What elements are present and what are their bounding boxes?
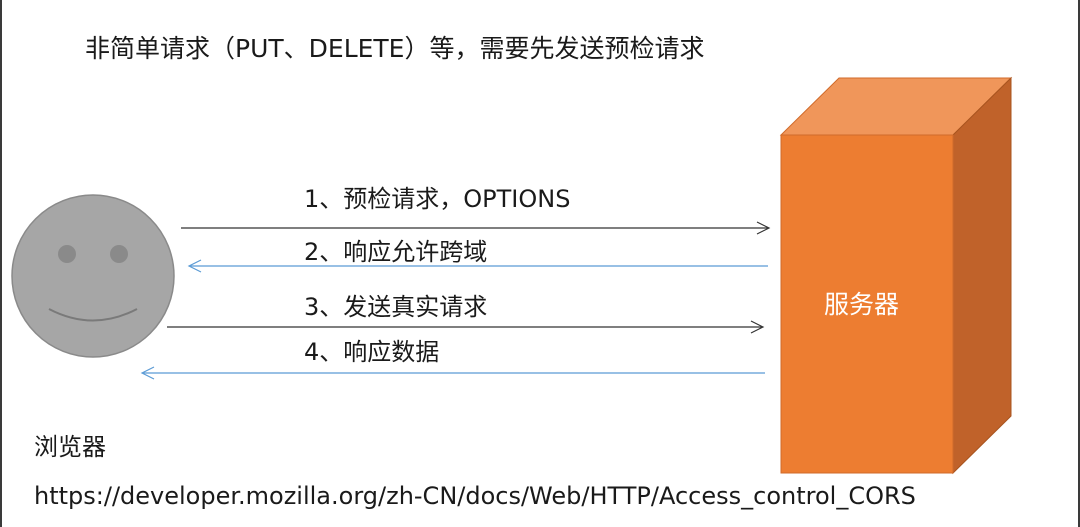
arrow-step-1 — [181, 221, 771, 235]
step-1-label: 1、预检请求，OPTIONS — [304, 185, 571, 213]
browser-label: 浏览器 — [34, 433, 106, 461]
cors-preflight-diagram — [11, 76, 1013, 475]
arrow-step-4 — [140, 366, 765, 380]
server-label: 服务器 — [824, 290, 900, 319]
smiley-face — [11, 194, 175, 358]
arrow-step-3 — [167, 320, 765, 334]
step-2-label: 2、响应允许跨域 — [304, 238, 488, 266]
reference-url: https://developer.mozilla.org/zh-CN/docs… — [34, 482, 916, 510]
server-box — [779, 76, 1013, 475]
step-4-label: 4、响应数据 — [304, 338, 440, 366]
smiley-right-eye — [110, 245, 128, 263]
step-3-label: 3、发送真实请求 — [304, 293, 488, 321]
server-box-side — [952, 76, 1012, 475]
smiley-left-eye — [58, 245, 76, 263]
browser-smiley-icon — [11, 194, 175, 358]
